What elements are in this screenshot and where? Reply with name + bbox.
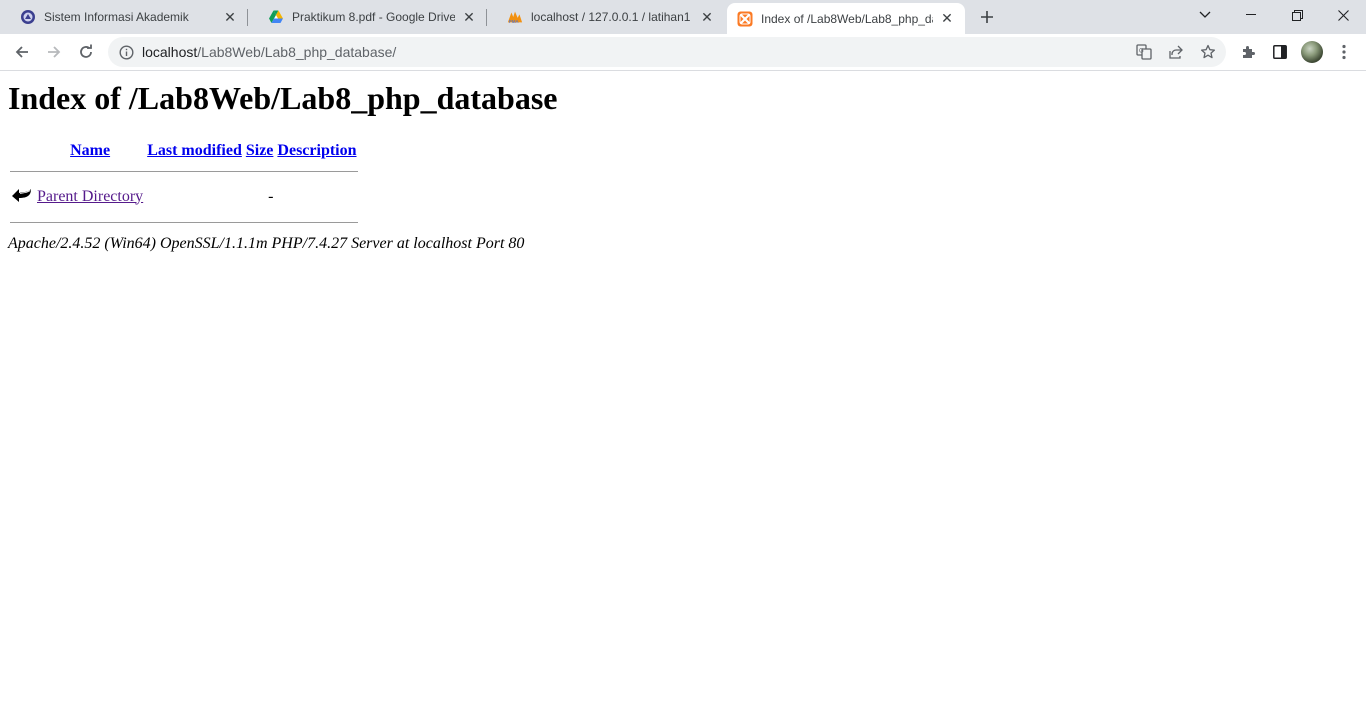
minimize-icon[interactable] (1228, 0, 1274, 30)
restore-icon[interactable] (1274, 0, 1320, 30)
reload-icon[interactable] (72, 38, 100, 66)
row-icon-cell (10, 180, 34, 210)
url-path: /Lab8Web/Lab8_php_database/ (197, 44, 397, 60)
translate-icon[interactable]: G (1132, 40, 1156, 64)
tab-title: Praktikum 8.pdf - Google Drive (292, 10, 455, 24)
close-tab-icon[interactable]: ✕ (699, 9, 715, 25)
page-title: Index of /Lab8Web/Lab8_php_database (8, 80, 558, 116)
google-drive-icon (268, 9, 284, 25)
separator-line (10, 171, 358, 172)
back-icon[interactable] (8, 38, 36, 66)
separator-line (10, 222, 358, 223)
close-tab-icon[interactable]: ✕ (939, 10, 955, 27)
parent-directory-link[interactable]: Parent Directory (37, 188, 143, 205)
server-signature: Apache/2.4.52 (Win64) OpenSSL/1.1.1m PHP… (8, 235, 525, 252)
url-text: localhost/Lab8Web/Lab8_php_database/ (142, 44, 396, 60)
tab-title: Sistem Informasi Akademik (44, 10, 189, 24)
tab-phpmyadmin[interactable]: PMA localhost / 127.0.0.1 / latihan1 / d… (487, 0, 725, 34)
tab-title: Index of /Lab8Web/Lab8_php_da (761, 11, 933, 26)
site-info-icon[interactable] (118, 44, 134, 60)
row-size-cell: - (268, 187, 274, 205)
table-header-row: Name Last modified Size Description (10, 141, 358, 161)
browser-toolbar: localhost/Lab8Web/Lab8_php_database/ G (0, 34, 1366, 71)
directory-listing-table: Name Last modified Size Description Pare… (8, 139, 360, 225)
row-name-cell: Parent Directory (36, 180, 144, 210)
last-modified-column-header: Last modified (146, 141, 243, 161)
new-tab-button[interactable] (976, 6, 998, 28)
url-host: localhost (142, 44, 198, 60)
table-row: Parent Directory - (10, 180, 358, 210)
university-seal-icon (20, 9, 36, 25)
tab-title: localhost / 127.0.0.1 / latihan1 / d (531, 10, 693, 24)
icon-column-header (10, 141, 34, 161)
forward-icon[interactable] (40, 38, 68, 66)
svg-text:PMA: PMA (509, 19, 520, 24)
svg-text:G: G (1139, 49, 1144, 55)
address-bar[interactable]: localhost/Lab8Web/Lab8_php_database/ G (108, 37, 1226, 67)
profile-avatar[interactable] (1301, 41, 1323, 63)
sort-by-size-link[interactable]: Size (246, 142, 274, 159)
page-content: Index of /Lab8Web/Lab8_php_database Name… (0, 71, 1366, 728)
row-last-modified-cell (146, 180, 243, 210)
xampp-icon (737, 11, 753, 27)
tab-sistem-informasi[interactable]: Sistem Informasi Akademik ✕ (0, 0, 248, 34)
back-arrow-icon (11, 189, 33, 208)
bookmark-star-icon[interactable] (1196, 40, 1220, 64)
extensions-icon[interactable] (1234, 38, 1262, 66)
menu-kebab-icon[interactable] (1330, 38, 1358, 66)
sort-by-description-link[interactable]: Description (277, 142, 356, 159)
header-separator (10, 163, 358, 178)
description-column-header: Description (276, 141, 357, 161)
tab-search-icon[interactable] (1182, 0, 1228, 30)
phpmyadmin-icon: PMA (507, 9, 523, 25)
row-description-cell (276, 180, 357, 210)
sort-by-name-link[interactable]: Name (70, 142, 110, 159)
sort-by-last-modified-link[interactable]: Last modified (147, 142, 242, 159)
footer-separator (10, 212, 358, 223)
tab-index-of[interactable]: Index of /Lab8Web/Lab8_php_da ✕ (727, 3, 965, 34)
share-icon[interactable] (1164, 40, 1188, 64)
tab-google-drive[interactable]: Praktikum 8.pdf - Google Drive ✕ (248, 0, 487, 34)
close-window-icon[interactable] (1320, 0, 1366, 30)
name-column-header: Name (36, 141, 144, 161)
close-tab-icon[interactable]: ✕ (461, 9, 477, 25)
tab-strip: Sistem Informasi Akademik ✕ Praktikum 8.… (0, 0, 1366, 34)
size-column-header: Size (245, 141, 275, 161)
close-tab-icon[interactable]: ✕ (222, 9, 238, 25)
side-panel-icon[interactable] (1266, 38, 1294, 66)
